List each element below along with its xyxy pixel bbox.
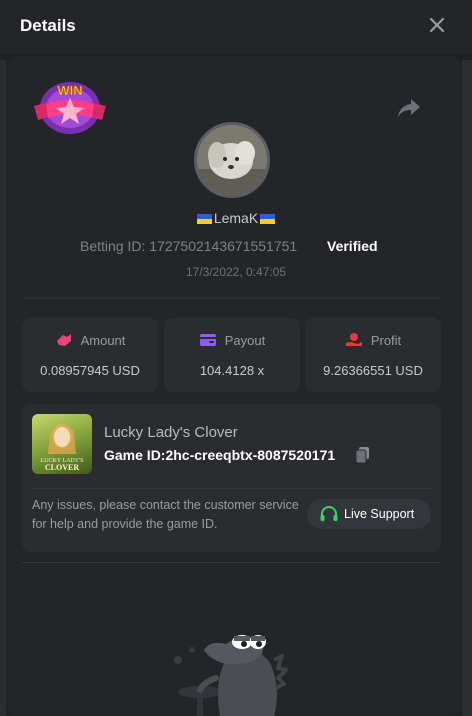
dog-photo-icon bbox=[197, 125, 267, 195]
share-icon[interactable] bbox=[396, 96, 422, 120]
payout-icon bbox=[199, 334, 216, 346]
ukraine-flag-icon bbox=[196, 214, 212, 225]
stat-payout-header: Payout bbox=[164, 332, 300, 348]
stat-profit: Profit 9.26366551 USD bbox=[305, 318, 441, 392]
stat-payout-label: Payout bbox=[224, 333, 266, 348]
amount-icon bbox=[56, 334, 71, 346]
modal-header: Details bbox=[0, 0, 472, 54]
win-badge-icon: WIN bbox=[34, 82, 106, 134]
bet-timestamp: 17/3/2022, 0:47:05 bbox=[185, 265, 287, 279]
game-id-value: 2hc-creeqbtx-8087520171 bbox=[165, 447, 336, 463]
stat-profit-value: 9.26366551 USD bbox=[323, 363, 423, 378]
profit-icon bbox=[345, 333, 362, 346]
divider bbox=[22, 298, 440, 299]
headset-icon bbox=[320, 506, 338, 521]
modal-title: Details bbox=[20, 16, 76, 35]
game-id: Game ID:2hc-creeqbtx-8087520171 bbox=[104, 447, 335, 463]
stat-amount-header: Amount bbox=[22, 332, 158, 348]
username-text: LemaK bbox=[213, 210, 259, 226]
stat-profit-label: Profit bbox=[370, 333, 402, 348]
live-support-label: Live Support bbox=[344, 507, 415, 521]
divider bbox=[32, 488, 431, 489]
game-card: LUCKY LADY'S CLOVER Lucky Lady's Clover … bbox=[22, 404, 441, 552]
verified-status: Verified bbox=[327, 238, 378, 254]
betting-id-value: 1727502143671551751 bbox=[149, 238, 298, 254]
stat-profit-header: Profit bbox=[305, 332, 441, 348]
avatar bbox=[194, 122, 270, 198]
copy-icon[interactable] bbox=[355, 446, 371, 464]
live-support-button[interactable]: Live Support bbox=[307, 499, 431, 529]
game-name: Lucky Lady's Clover bbox=[104, 424, 238, 441]
stat-payout-value: 104.4128 x bbox=[199, 363, 265, 378]
close-icon bbox=[429, 17, 445, 33]
game-cover-icon: LUCKY LADY'S CLOVER bbox=[40, 424, 84, 472]
game-cover-text-2: CLOVER bbox=[45, 463, 79, 472]
close-button[interactable] bbox=[426, 14, 448, 36]
betting-id: Betting ID: 1727502143671551751 bbox=[80, 238, 297, 254]
support-message: Any issues, please contact the customer … bbox=[32, 498, 299, 531]
stat-amount-value: 0.08957945 USD bbox=[40, 363, 140, 378]
stat-amount-label: Amount bbox=[80, 333, 126, 348]
stat-payout: Payout 104.4128 x bbox=[164, 318, 300, 392]
stat-amount: Amount 0.08957945 USD bbox=[22, 318, 158, 392]
ukraine-flag-icon bbox=[260, 214, 276, 225]
background-right-edge bbox=[462, 60, 472, 716]
betting-id-label: Betting ID: bbox=[80, 238, 146, 254]
win-badge-text: WIN bbox=[57, 83, 82, 98]
game-id-label: Game ID: bbox=[104, 447, 166, 463]
dinosaur-mascot-icon bbox=[174, 635, 288, 716]
divider bbox=[22, 562, 440, 563]
game-thumbnail[interactable]: LUCKY LADY'S CLOVER bbox=[32, 414, 92, 474]
username: LemaK bbox=[0, 210, 472, 226]
